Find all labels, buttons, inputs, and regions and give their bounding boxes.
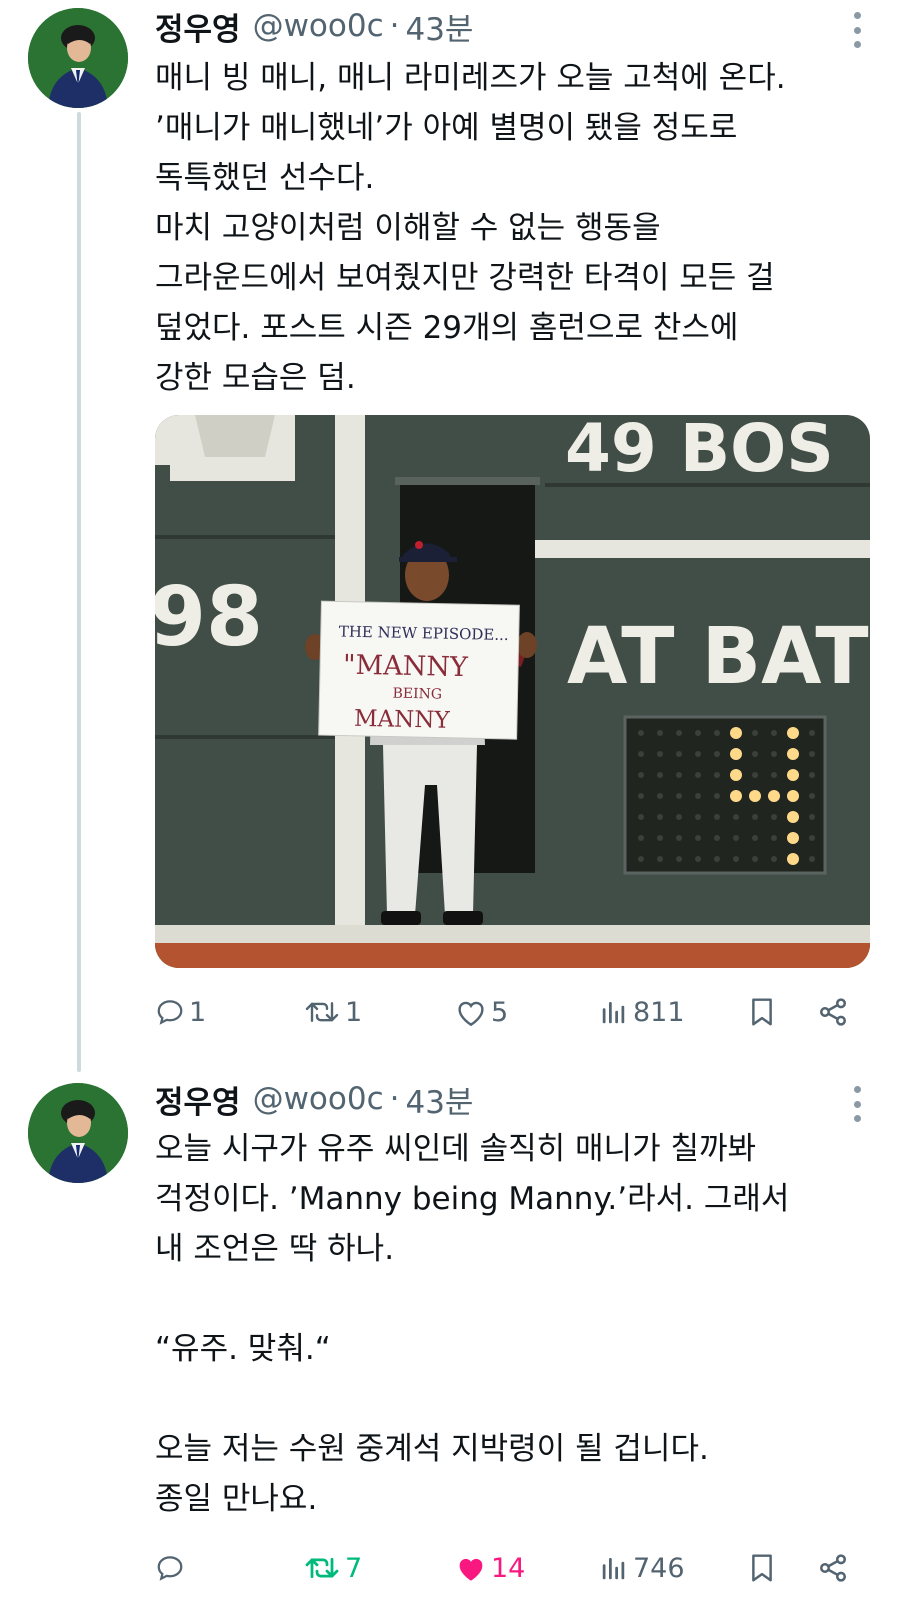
scoreboard-lamp	[787, 748, 799, 760]
tweet-text: 매니 빙 매니, 매니 라미레즈가 오늘 고척에 온다. ’매니가 매니했네’가…	[155, 53, 867, 403]
thread-connector-line	[77, 112, 81, 1072]
timestamp[interactable]: 43분	[405, 1077, 473, 1122]
like-icon	[458, 1001, 484, 1027]
display-name[interactable]: 정우영	[155, 1077, 241, 1122]
bookmark-button[interactable]	[747, 1546, 777, 1590]
avatar-image	[28, 1083, 128, 1183]
bookmark-button[interactable]	[747, 990, 777, 1034]
tweet-text-line: 마치 고양이처럼 이해할 수 없는 행동을	[155, 210, 661, 246]
like-icon	[459, 1558, 483, 1581]
scoreboard-lamp	[787, 727, 799, 739]
views-icon	[602, 1002, 625, 1024]
scoreboard-lamp	[787, 853, 799, 865]
views-icon	[602, 1558, 625, 1580]
tweet-text-line: 그라운드에서 보여줬지만 강력한 타격이 모든 걸	[155, 260, 775, 296]
retweet-count: 7	[345, 1552, 363, 1584]
board-at-bat: AT BAT	[567, 612, 869, 702]
views-count: 811	[633, 996, 685, 1028]
board-top-text: 49 BOS	[565, 415, 834, 487]
tweet-text-line: 내 조언은 딱 하나.	[155, 1231, 395, 1267]
like-button[interactable]: 14	[455, 1546, 525, 1590]
reply-button[interactable]	[155, 1546, 189, 1590]
reply-icon	[157, 1000, 183, 1025]
retweet-count: 1	[345, 996, 363, 1028]
like-count: 5	[491, 996, 509, 1028]
tweet-text-line: “유주. 맞춰.“	[155, 1331, 331, 1367]
sign-line-1: THE NEW EPISODE...	[339, 622, 509, 644]
retweet-button[interactable]: 7	[303, 1546, 362, 1590]
more-icon	[853, 1086, 861, 1093]
retweet-icon	[305, 1557, 339, 1579]
avatar[interactable]	[28, 8, 128, 108]
tweet-text-line: ’매니가 매니했네’가 아예 별명이 됐을 정도로	[155, 110, 738, 146]
sign-line-2: "MANNY	[343, 650, 469, 684]
more-options-button[interactable]	[850, 1086, 864, 1122]
board-left-number: 98	[155, 570, 263, 665]
scoreboard-lamp	[730, 790, 742, 802]
scoreboard-lamp	[787, 811, 799, 823]
bookmark-icon	[752, 998, 772, 1026]
share-icon	[820, 998, 846, 1026]
tweet-header: 정우영 @woo0c · 43분	[155, 4, 473, 48]
reply-icon	[157, 1556, 183, 1581]
scoreboard-lamp	[787, 832, 799, 844]
tweet-actions: 1 1 5 811	[155, 990, 855, 1034]
retweet-button[interactable]: 1	[303, 990, 362, 1034]
views-button[interactable]: 811	[599, 990, 685, 1034]
tweet-header: 정우영 @woo0c · 43분	[155, 1077, 473, 1121]
scoreboard-lamp	[749, 790, 761, 802]
separator-dot: ·	[389, 8, 400, 44]
sign-line-3: BEING	[392, 686, 442, 703]
scoreboard-lamp	[768, 790, 780, 802]
share-button[interactable]	[817, 1546, 849, 1590]
scoreboard-lamp	[730, 727, 742, 739]
avatar-image	[28, 8, 128, 108]
scoreboard-lamp	[787, 790, 799, 802]
tweet-text-line: 걱정이다. ’Manny being Manny.’라서. 그래서	[155, 1181, 790, 1217]
views-button[interactable]: 746	[599, 1546, 685, 1590]
separator-dot: ·	[389, 1081, 400, 1117]
tweet-text-line: 오늘 시구가 유주 씨인데 솔직히 매니가 칠까봐	[155, 1131, 757, 1167]
scoreboard-lamp	[730, 769, 742, 781]
tweet-text-line	[155, 1274, 867, 1324]
photo-scoreboard-wall: 49 BOS 98 AT BAT THE NEW EPISODE... "MAN…	[155, 415, 870, 968]
like-button[interactable]: 5	[455, 990, 508, 1034]
tweet-text: 오늘 시구가 유주 씨인데 솔직히 매니가 칠까봐 걱정이다. ’Manny b…	[155, 1124, 867, 1524]
tweet-actions: 7 14 746	[155, 1546, 855, 1590]
scoreboard-lamp	[787, 769, 799, 781]
reply-button[interactable]: 1	[155, 990, 206, 1034]
tweet-text-line: 강한 모습은 덤.	[155, 360, 356, 396]
like-count: 14	[491, 1552, 526, 1584]
tweet-text-line: 독특했던 선수다.	[155, 160, 375, 196]
tweet-text-line	[155, 1374, 867, 1424]
retweet-icon	[305, 1002, 339, 1022]
user-handle[interactable]: @woo0c	[253, 8, 384, 44]
share-button[interactable]	[817, 990, 849, 1034]
sign-line-4: MANNY	[354, 706, 451, 734]
tweet-text-line: 종일 만나요.	[155, 1481, 318, 1517]
tweet-text-line: 덮었다. 포스트 시즌 29개의 홈런으로 찬스에	[155, 310, 739, 346]
avatar[interactable]	[28, 1083, 128, 1183]
views-count: 746	[633, 1552, 685, 1584]
display-name[interactable]: 정우영	[155, 4, 241, 49]
more-options-button[interactable]	[850, 12, 864, 48]
share-icon	[820, 1554, 846, 1582]
bookmark-icon	[752, 1554, 772, 1582]
timestamp[interactable]: 43분	[405, 4, 473, 49]
user-handle[interactable]: @woo0c	[253, 1081, 384, 1117]
tweet-photo[interactable]: 49 BOS 98 AT BAT THE NEW EPISODE... "MAN…	[155, 415, 870, 968]
reply-count: 1	[189, 996, 207, 1028]
scoreboard-lamp	[730, 748, 742, 760]
more-icon	[853, 12, 861, 19]
tweet-text-line: 오늘 저는 수원 중계석 지박령이 될 겁니다.	[155, 1431, 709, 1467]
tweet-text-line: 매니 빙 매니, 매니 라미레즈가 오늘 고척에 온다.	[155, 60, 786, 96]
